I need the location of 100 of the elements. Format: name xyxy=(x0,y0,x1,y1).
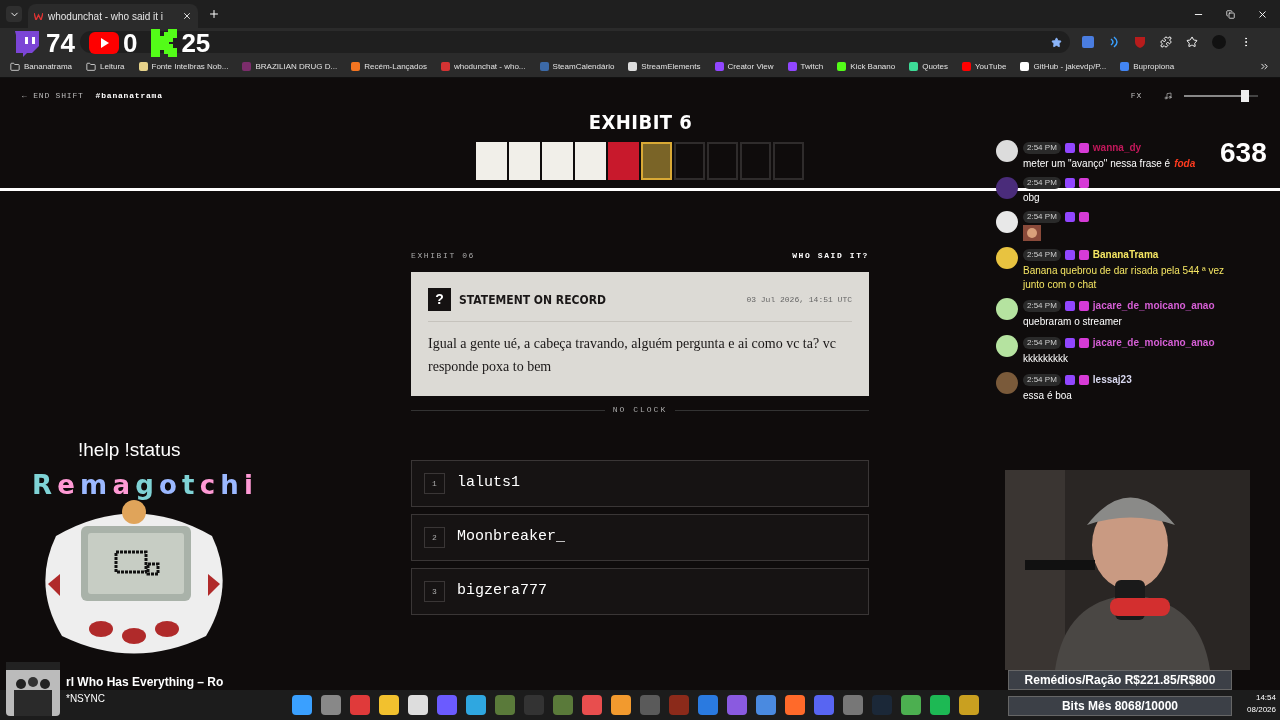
avatar xyxy=(996,211,1018,233)
taskbar-app-icon[interactable] xyxy=(959,695,979,715)
bookmark[interactable]: Kick Banano xyxy=(837,60,896,73)
chat-username: jacare_de_moicano_anao xyxy=(1092,336,1215,350)
bookmark[interactable]: Recém-Lançados xyxy=(351,60,427,73)
close-window-icon[interactable] xyxy=(1257,8,1268,20)
bookmark[interactable]: whodunchat - who... xyxy=(440,60,526,73)
more-bookmarks-icon[interactable] xyxy=(1259,61,1270,72)
chat-message: quebraram o streamer xyxy=(1023,316,1122,327)
volume-slider[interactable] xyxy=(1184,90,1258,102)
taskbar-app-icon[interactable] xyxy=(698,695,718,715)
taskbar-app-icon[interactable] xyxy=(727,695,747,715)
chat-username: lessaj23 xyxy=(1092,373,1132,387)
viewer-count: 638 xyxy=(1220,136,1267,170)
sub-badge-icon xyxy=(1078,178,1089,188)
browser-tab[interactable]: whodunchat - who said it i xyxy=(28,4,198,28)
sub-badge-icon xyxy=(1078,300,1089,311)
taskbar-app-icon[interactable] xyxy=(379,695,399,715)
twitch-logo-icon xyxy=(12,29,42,57)
bookmark[interactable]: Creator View xyxy=(714,60,774,73)
taskbar-app-icon[interactable] xyxy=(901,695,921,715)
music-icon xyxy=(1164,92,1172,100)
message-time: 2:54 PM xyxy=(1023,299,1061,312)
message-time: 2:54 PM xyxy=(1023,373,1061,386)
extensions-icon[interactable] xyxy=(1160,36,1172,48)
tab-title: whodunchat - who said it i xyxy=(48,9,165,24)
address-bar[interactable] xyxy=(80,31,1070,53)
play-logo-icon xyxy=(88,32,119,54)
bookmark[interactable]: Quotes xyxy=(909,60,948,73)
taskbar-app-icon[interactable] xyxy=(408,695,428,715)
taskbar-app-icon[interactable] xyxy=(466,695,486,715)
taskbar-app-icon[interactable] xyxy=(553,695,573,715)
taskbar-app-icon[interactable] xyxy=(814,695,834,715)
bookmark[interactable]: StreamElements xyxy=(628,60,701,73)
taskbar-app-icon[interactable] xyxy=(292,695,312,715)
folder-icon xyxy=(10,61,20,72)
emote-text: foda xyxy=(1174,158,1196,169)
bookmark[interactable]: Twitch xyxy=(787,60,824,73)
taskbar-app-icon[interactable] xyxy=(582,695,602,715)
taskbar-app-icon[interactable] xyxy=(843,695,863,715)
option-name: bigzera777 xyxy=(457,581,547,602)
kick-logo-icon xyxy=(151,29,178,57)
sub-badge-icon xyxy=(1078,249,1089,260)
tab-list-button[interactable] xyxy=(6,6,22,22)
taskbar-app-icon[interactable] xyxy=(437,695,457,715)
twitch-badge-icon xyxy=(1064,178,1075,188)
sub-badge-icon xyxy=(1078,212,1089,222)
answer-option[interactable]: 2 Moonbreaker_ xyxy=(411,514,869,561)
bookmark[interactable]: Bupropiona xyxy=(1120,60,1175,73)
taskbar-app-icon[interactable] xyxy=(930,695,950,715)
message-time: 2:54 PM xyxy=(1023,336,1061,349)
bookmark[interactable]: GitHub - jakevdp/P... xyxy=(1020,60,1107,73)
message-time: 2:54 PM xyxy=(1023,177,1061,189)
clock-time: 14:54 xyxy=(1255,692,1276,704)
twitch-badge-icon xyxy=(1064,374,1075,385)
chat-username: wanna_dy xyxy=(1092,141,1142,155)
twitch-badge-icon xyxy=(1064,142,1075,153)
option-number: 2 xyxy=(424,527,445,548)
end-shift-link[interactable]: ← END SHIFT xyxy=(22,90,84,102)
close-icon[interactable] xyxy=(182,11,192,21)
shield-icon[interactable] xyxy=(1134,36,1146,48)
chat-message: meter um "avanço" nessa frase é xyxy=(1023,158,1171,169)
song-title: rl Who Has Everything – Ro xyxy=(66,673,224,691)
goal-bar: Remédios/Ração R$221.85/R$800 xyxy=(1008,670,1232,690)
counter-value: 74 xyxy=(46,30,75,56)
bookmark[interactable]: BRAZILIAN DRUG D... xyxy=(242,60,338,73)
wireless-icon[interactable] xyxy=(1108,36,1120,48)
bookmark[interactable]: Bananatrama xyxy=(10,60,73,73)
new-tab-icon[interactable] xyxy=(208,8,220,20)
twitch-badge-icon xyxy=(1064,249,1075,260)
taskbar-app-icon[interactable] xyxy=(756,695,776,715)
bookmark-star-icon[interactable] xyxy=(1051,36,1062,48)
folder-icon xyxy=(86,61,97,72)
answer-option[interactable]: 1 laluts1 xyxy=(411,460,869,507)
counter-value: 25 xyxy=(181,30,211,56)
option-name: Moonbreaker_ xyxy=(457,527,566,548)
taskbar-app-icon[interactable] xyxy=(611,695,631,715)
restore-icon[interactable] xyxy=(1226,9,1235,19)
bookmark[interactable]: SteamCalendário xyxy=(539,60,615,73)
sub-badge-icon xyxy=(1078,374,1089,385)
sub-badge-icon xyxy=(1078,142,1089,153)
statement-heading: STATEMENT ON RECORD xyxy=(459,291,606,309)
bookmark[interactable]: Leitura xyxy=(86,60,125,73)
taskbar-app-icon[interactable] xyxy=(495,695,515,715)
avatar xyxy=(996,140,1018,162)
message-time: 2:54 PM xyxy=(1023,211,1061,223)
favorites-icon[interactable] xyxy=(1186,36,1198,48)
answer-option[interactable]: 3 bigzera777 xyxy=(411,568,869,615)
clock-date: 08/2026 xyxy=(1247,704,1276,716)
avatar xyxy=(996,335,1018,357)
song-artist: *NSYNC xyxy=(66,691,106,706)
statement-timestamp: 03 Jul 2026, 14:51 UTC xyxy=(746,293,852,306)
avatar xyxy=(996,372,1018,394)
message-time: 2:54 PM xyxy=(1023,248,1061,261)
taskbar-app-icon[interactable] xyxy=(321,695,341,715)
chat-username: BananaTrama xyxy=(1092,248,1159,262)
taskbar-app-icon[interactable] xyxy=(350,695,370,715)
taskbar-app-icon[interactable] xyxy=(785,695,805,715)
bookmark[interactable]: Fonte Intelbras Nob... xyxy=(138,60,229,73)
bookmark[interactable]: YouTube xyxy=(962,60,1007,73)
